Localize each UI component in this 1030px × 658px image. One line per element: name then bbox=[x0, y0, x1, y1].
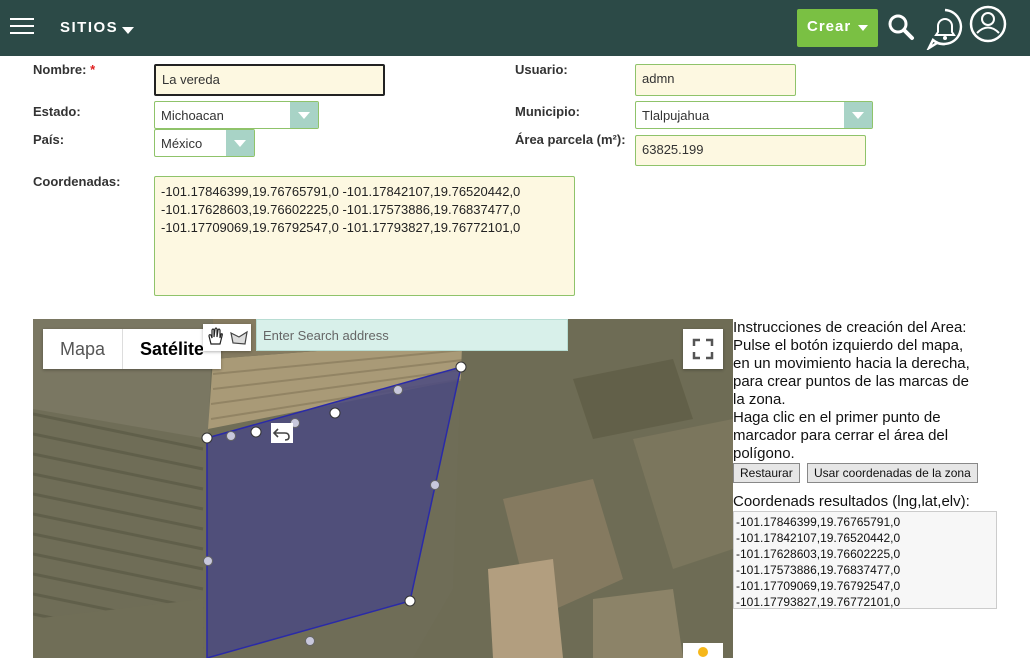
notification-bell-icon[interactable] bbox=[925, 8, 965, 50]
restore-button[interactable]: Restaurar bbox=[733, 463, 800, 483]
coordinates-label: Coordenadas: bbox=[33, 174, 121, 189]
hand-pan-icon[interactable] bbox=[203, 324, 227, 351]
top-navbar: SITIOS Crear bbox=[0, 0, 1030, 56]
result-coordinate: -101.17628603,19.76602225,0 bbox=[736, 547, 901, 561]
results-coordinates-box: -101.17846399,19.76765791,0 -101.1784210… bbox=[733, 511, 997, 609]
area-label: Área parcela (m²): bbox=[515, 132, 626, 147]
instructions-line: en un movimiento hacia la derecha, bbox=[733, 355, 970, 372]
map-type-control: Mapa Satélite bbox=[43, 329, 222, 369]
instructions-line: Pulse el botón izquierdo del mapa, bbox=[733, 337, 964, 354]
country-label: País: bbox=[33, 132, 65, 147]
result-coordinate: -101.17709069,19.76792547,0 bbox=[736, 579, 901, 593]
country-select[interactable]: México bbox=[154, 129, 255, 157]
required-mark: * bbox=[90, 62, 96, 77]
municipality-select[interactable]: Tlalpujahua bbox=[635, 101, 873, 129]
search-icon[interactable] bbox=[886, 12, 916, 42]
chevron-down-icon bbox=[122, 27, 135, 34]
create-button[interactable]: Crear bbox=[797, 9, 878, 47]
caret-down-icon bbox=[858, 25, 868, 31]
name-input[interactable]: La vereda bbox=[154, 64, 385, 96]
name-label: Nombre: * bbox=[33, 62, 95, 77]
area-input[interactable]: 63825.199 bbox=[635, 135, 866, 166]
instructions-line: Haga clic en el primer punto de bbox=[733, 409, 941, 426]
undo-icon[interactable] bbox=[271, 423, 293, 443]
result-coordinate: -101.17842107,19.76520442,0 bbox=[736, 531, 901, 545]
state-select[interactable]: Michoacan bbox=[154, 101, 319, 129]
result-coordinate: -101.17846399,19.76765791,0 bbox=[736, 515, 901, 529]
drawing-tools bbox=[203, 324, 251, 351]
satellite-map[interactable]: Mapa Satélite Enter Search address bbox=[33, 319, 733, 658]
map-type-map-button[interactable]: Mapa bbox=[43, 329, 122, 369]
instructions-line: Instrucciones de creación del Area: bbox=[733, 319, 967, 336]
user-account-icon[interactable] bbox=[968, 4, 1008, 44]
chevron-down-icon bbox=[844, 102, 872, 128]
instructions-panel: Instrucciones de creación del Area: Puls… bbox=[733, 319, 998, 463]
create-label: Crear bbox=[807, 18, 852, 35]
coordinates-line: -101.17846399,19.76765791,0 -101.1784210… bbox=[161, 184, 521, 199]
coordinates-line: -101.17709069,19.76792547,0 -101.1779382… bbox=[161, 220, 521, 235]
name-label-text: Nombre: bbox=[33, 62, 87, 77]
coordinates-textarea[interactable]: -101.17846399,19.76765791,0 -101.1784210… bbox=[154, 176, 575, 296]
sites-dropdown[interactable]: SITIOS bbox=[60, 19, 135, 36]
state-label: Estado: bbox=[33, 104, 81, 119]
result-coordinate: -101.17573886,19.76837477,0 bbox=[736, 563, 901, 577]
results-title: Coordenads resultados (lng,lat,elv): bbox=[733, 493, 970, 510]
satellite-imagery bbox=[33, 319, 733, 658]
use-zone-coordinates-button[interactable]: Usar coordenadas de la zona bbox=[807, 463, 978, 483]
coordinates-line: -101.17628603,19.76602225,0 -101.1757388… bbox=[161, 202, 521, 217]
instructions-line: para crear puntos de las marcas de bbox=[733, 373, 969, 390]
chevron-down-icon bbox=[290, 102, 318, 128]
instructions-line: la zona. bbox=[733, 391, 786, 408]
instructions-line: marcador para cerrar el área del bbox=[733, 427, 949, 444]
hamburger-menu-icon[interactable] bbox=[10, 16, 34, 36]
state-value: Michoacan bbox=[161, 108, 224, 123]
street-view-pegman-icon[interactable] bbox=[683, 643, 723, 658]
fullscreen-icon[interactable] bbox=[683, 329, 723, 369]
map-search-input[interactable]: Enter Search address bbox=[256, 319, 568, 351]
result-coordinate: -101.17793827,19.76772101,0 bbox=[736, 595, 901, 609]
polygon-draw-icon[interactable] bbox=[227, 324, 251, 351]
chevron-down-icon bbox=[226, 130, 254, 156]
sites-label: SITIOS bbox=[60, 19, 119, 36]
user-input[interactable]: admn bbox=[635, 64, 796, 96]
country-value: México bbox=[161, 136, 203, 151]
instructions-line: polígono. bbox=[733, 445, 795, 462]
municipality-label: Municipio: bbox=[515, 104, 580, 119]
municipality-value: Tlalpujahua bbox=[642, 108, 710, 123]
user-label: Usuario: bbox=[515, 62, 568, 77]
